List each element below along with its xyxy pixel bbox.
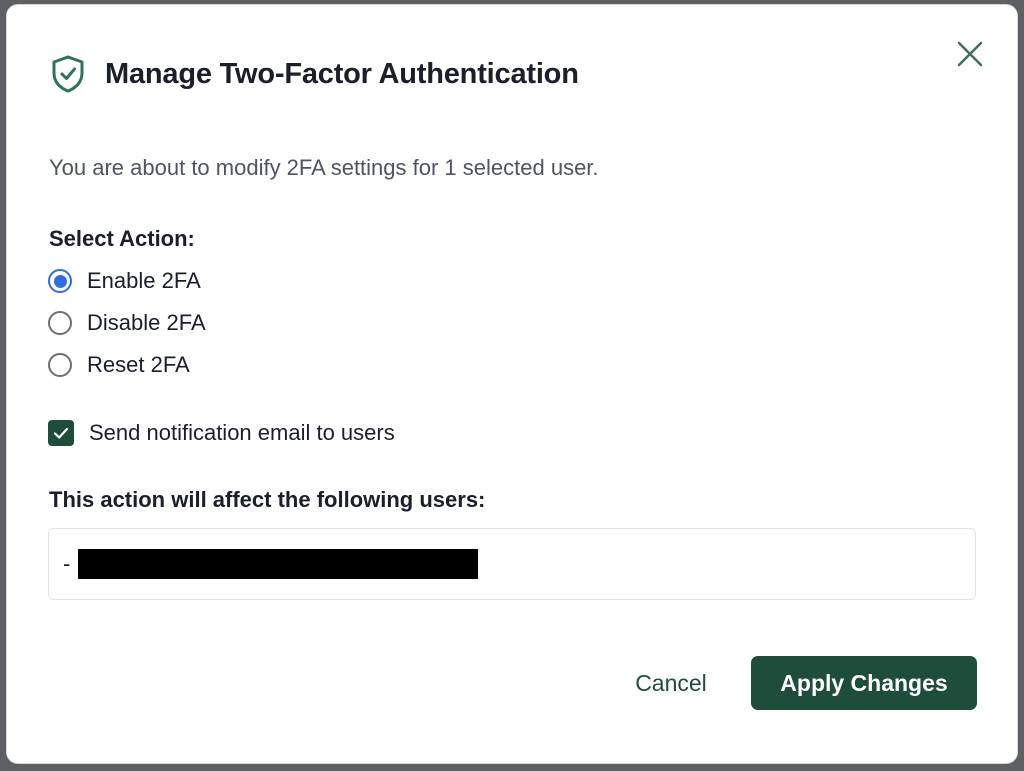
affected-users-list: - [48,528,976,600]
radio-button-disable-2fa[interactable] [48,311,72,335]
notify-checkbox[interactable] [48,420,74,446]
select-action-label: Select Action: [49,226,195,251]
radio-button-enable-2fa[interactable] [48,269,72,293]
close-icon[interactable] [957,41,983,67]
modal-title: Manage Two-Factor Authentication [105,57,579,90]
close-button[interactable] [955,39,985,69]
option-label: Enable 2FA [87,268,201,293]
notify-label: Send notification email to users [89,420,395,445]
radio-option-disable-2fa[interactable]: Disable 2FA [48,310,206,336]
radio-option-reset-2fa[interactable]: Reset 2FA [48,352,190,378]
affected-users-label: This action will affect the following us… [49,487,486,512]
shield-check-icon [51,55,85,93]
cancel-button[interactable]: Cancel [607,656,735,710]
modal-header: Manage Two-Factor Authentication [51,55,579,93]
option-label: Reset 2FA [87,352,190,377]
radio-option-enable-2fa[interactable]: Enable 2FA [48,268,201,294]
option-label: Disable 2FA [87,310,206,335]
notify-checkbox-row[interactable]: Send notification email to users [48,420,395,446]
two-factor-modal: Manage Two-Factor Authentication You are… [6,4,1018,764]
apply-changes-button[interactable]: Apply Changes [751,656,977,710]
radio-button-reset-2fa[interactable] [48,353,72,377]
redacted-user-name [78,549,479,579]
checkmark-icon [53,427,69,439]
modal-description: You are about to modify 2FA settings for… [49,155,599,180]
list-bullet: - [63,551,71,576]
